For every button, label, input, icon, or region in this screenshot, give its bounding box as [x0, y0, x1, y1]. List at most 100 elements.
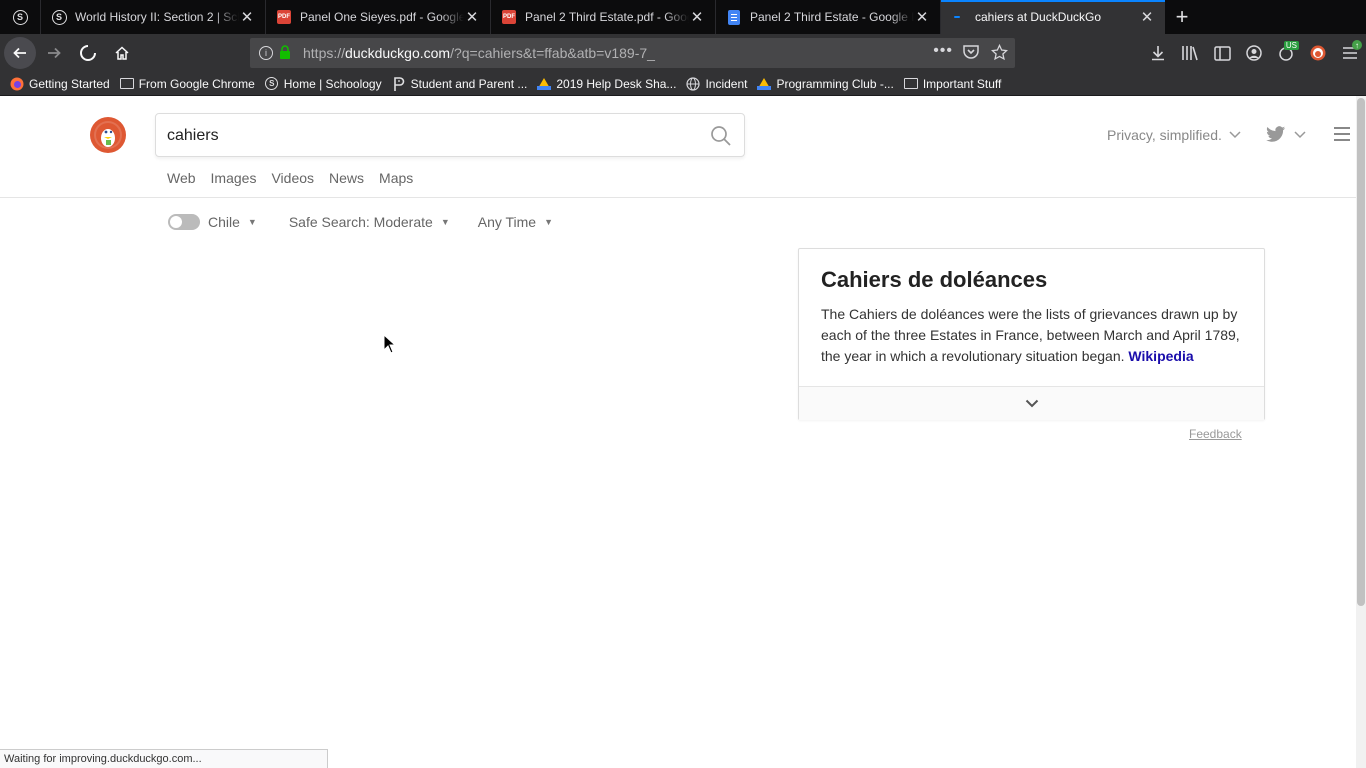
bookmark-student-and-parent[interactable]: Student and Parent ...	[392, 76, 527, 91]
url-text[interactable]: https://duckduckgo.com/?q=cahiers&t=ffab…	[303, 45, 655, 61]
page-actions-icon[interactable]: •••	[933, 42, 953, 60]
region-toggle[interactable]	[168, 214, 200, 230]
twitter-dropdown[interactable]	[1266, 126, 1306, 143]
tab-bar: S S World History II: Section 2 | Sch ✕ …	[0, 0, 1366, 34]
url-path: /?q=cahiers&t=ffab&atb=v189-7_	[450, 45, 655, 61]
menu-button[interactable]: ↑	[1334, 37, 1366, 69]
tab-panel-2-pdf[interactable]: PDF Panel 2 Third Estate.pdf - Goog ✕	[490, 0, 715, 34]
bookmark-getting-started[interactable]: Getting Started	[10, 77, 110, 91]
duckduckgo-logo[interactable]	[90, 117, 126, 153]
bookmark-label: 2019 Help Desk Sha...	[556, 76, 677, 91]
sidebar-icon	[1213, 45, 1231, 61]
search-button[interactable]	[710, 125, 732, 147]
tab-videos[interactable]: Videos	[271, 170, 314, 186]
close-icon[interactable]: ✕	[1139, 8, 1155, 26]
account-icon	[1246, 45, 1262, 61]
search-header: Privacy, simplified. Web Images Videos N…	[0, 96, 1356, 198]
privacy-label: Privacy, simplified.	[1107, 127, 1222, 143]
new-tab-button[interactable]: +	[1165, 0, 1199, 34]
bookmark-incident[interactable]: Incident	[686, 77, 747, 91]
tab-maps[interactable]: Maps	[379, 170, 413, 186]
p-icon	[392, 76, 406, 91]
tab-title: Panel 2 Third Estate.pdf - Goog	[525, 10, 689, 24]
tab-world-history[interactable]: S World History II: Section 2 | Sch ✕	[40, 0, 265, 34]
bookmark-programming-club[interactable]: Programming Club -...	[757, 77, 894, 91]
schoology-icon: S	[265, 77, 279, 91]
tab-panel-2-doc[interactable]: Panel 2 Third Estate - Google D ✕	[715, 0, 940, 34]
url-scheme: https://	[303, 45, 346, 61]
bookmark-important-stuff[interactable]: Important Stuff	[903, 76, 1002, 91]
home-icon	[115, 46, 129, 60]
wikipedia-link[interactable]: Wikipedia	[1128, 348, 1193, 364]
bookmark-star-icon[interactable]	[990, 43, 1009, 64]
site-menu-icon[interactable]	[1334, 127, 1350, 141]
home-button[interactable]	[106, 37, 138, 69]
tab-news[interactable]: News	[329, 170, 364, 186]
feedback-link[interactable]: Feedback	[1189, 427, 1242, 441]
firefox-icon	[10, 77, 24, 91]
navigation-toolbar: i https://duckduckgo.com/?q=cahiers&t=ff…	[0, 34, 1366, 72]
vpn-extension-button[interactable]: US	[1270, 37, 1302, 69]
forward-button[interactable]	[38, 37, 70, 69]
url-bar[interactable]: i https://duckduckgo.com/?q=cahiers&t=ff…	[250, 38, 1015, 68]
caret-down-icon: ▼	[544, 217, 554, 227]
sidebar-button[interactable]	[1206, 37, 1238, 69]
search-icon	[711, 126, 731, 146]
caret-down-icon: ▼	[247, 217, 257, 227]
bookmark-help-desk[interactable]: 2019 Help Desk Sha...	[537, 77, 676, 91]
bookmark-from-google-chrome[interactable]: From Google Chrome	[119, 77, 255, 91]
back-button[interactable]	[4, 37, 36, 69]
close-icon[interactable]: ✕	[914, 8, 930, 26]
safe-search-filter[interactable]: Safe Search: Moderate ▼	[289, 214, 450, 230]
page-scrollbar[interactable]	[1356, 96, 1366, 768]
tab-title: World History II: Section 2 | Sch	[75, 10, 239, 24]
tab-web[interactable]: Web	[167, 170, 196, 186]
time-label: Any Time	[477, 214, 537, 230]
expand-button[interactable]	[799, 386, 1264, 420]
chevron-down-icon	[1025, 399, 1038, 408]
scrollbar-thumb[interactable]	[1357, 98, 1365, 606]
close-icon[interactable]: ✕	[689, 8, 705, 26]
mouse-cursor-icon	[383, 334, 397, 354]
close-icon[interactable]: ✕	[464, 8, 480, 26]
close-icon[interactable]: ✕	[239, 8, 255, 26]
pinned-tab-schoology[interactable]: S	[0, 0, 40, 34]
tab-images[interactable]: Images	[211, 170, 257, 186]
tab-panel-one-sieyes[interactable]: PDF Panel One Sieyes.pdf - Google ✕	[265, 0, 490, 34]
search-input[interactable]	[167, 123, 687, 149]
page-content: Privacy, simplified. Web Images Videos N…	[0, 96, 1366, 768]
info-icon[interactable]: i	[259, 46, 273, 60]
extension-badge: US	[1283, 41, 1299, 50]
arrow-right-icon	[48, 47, 61, 59]
twitter-icon	[1266, 126, 1286, 142]
arrow-left-icon	[13, 47, 26, 59]
lock-icon	[279, 44, 291, 62]
region-label: Chile	[208, 214, 240, 230]
privacy-dropdown[interactable]: Privacy, simplified.	[1107, 127, 1241, 143]
time-filter[interactable]: Any Time ▼	[478, 214, 553, 230]
tab-title: cahiers at DuckDuckGo	[975, 10, 1102, 24]
account-button[interactable]	[1238, 37, 1270, 69]
pocket-icon[interactable]	[963, 45, 979, 63]
search-box	[155, 113, 745, 157]
chevron-down-icon	[1229, 131, 1241, 139]
tab-title: Panel 2 Third Estate - Google D	[750, 10, 914, 24]
safe-search-label: Safe Search: Moderate	[288, 214, 433, 230]
stop-button[interactable]	[72, 37, 104, 69]
duck-icon	[94, 121, 122, 149]
library-icon	[1182, 46, 1198, 61]
duckduckgo-extension-button[interactable]	[1302, 37, 1334, 69]
pdf-icon: PDF	[501, 9, 517, 25]
bookmark-home-schoology[interactable]: S Home | Schoology	[265, 77, 382, 91]
downloads-button[interactable]	[1142, 37, 1174, 69]
schoology-icon: S	[12, 9, 28, 25]
google-drive-icon	[537, 77, 552, 91]
region-filter[interactable]: Chile ▼	[168, 214, 257, 230]
pdf-icon: PDF	[276, 9, 292, 25]
url-host: duckduckgo.com	[345, 45, 451, 61]
folder-icon	[903, 77, 918, 91]
tab-duckduckgo[interactable]: cahiers at DuckDuckGo ✕	[940, 0, 1165, 34]
library-button[interactable]	[1174, 37, 1206, 69]
bookmark-label: Important Stuff	[922, 76, 1002, 91]
duckduckgo-icon	[1310, 45, 1326, 61]
